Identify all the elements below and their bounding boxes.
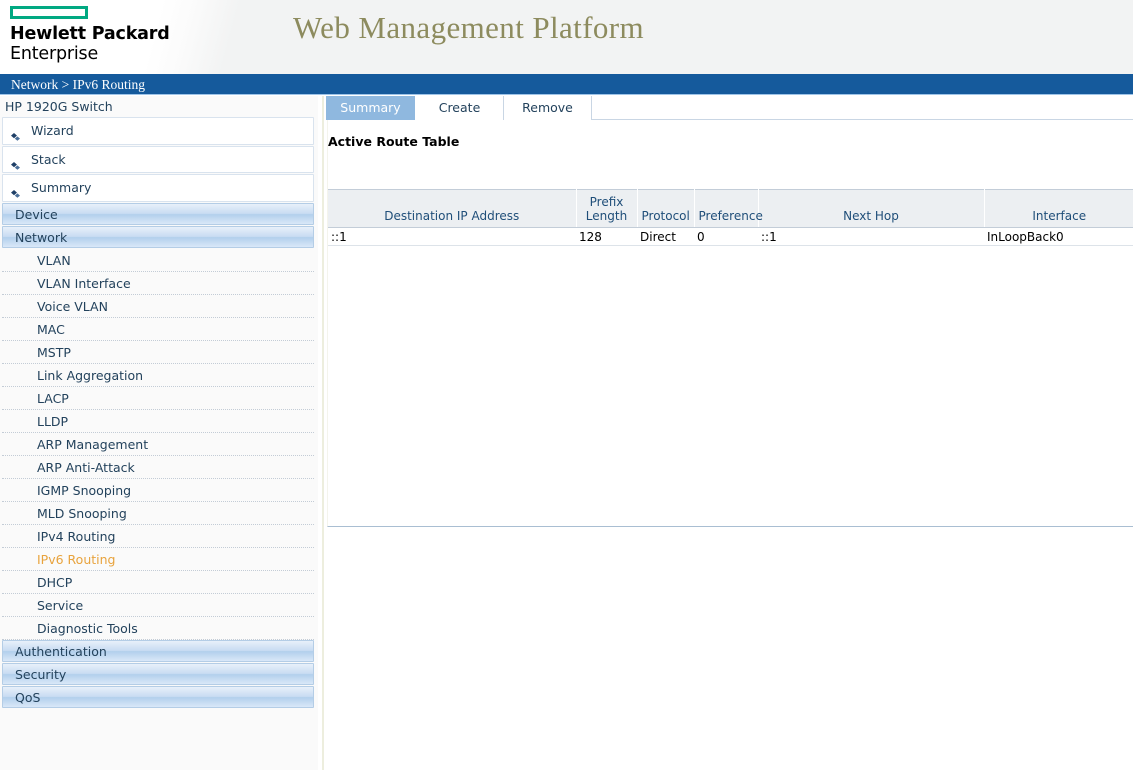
sidebar-item-arp-anti-attack[interactable]: ARP Anti-Attack <box>2 455 314 479</box>
tab-remove[interactable]: Remove <box>504 96 592 120</box>
sidebar-top-nav: Wizard Stack Summary <box>0 117 318 202</box>
sidebar-item-arp-management[interactable]: ARP Management <box>2 432 314 456</box>
tab-create[interactable]: Create <box>416 96 504 120</box>
sidebar-section-label: Authentication <box>15 643 107 659</box>
cell-interface: InLoopBack0 <box>984 227 1133 246</box>
sidebar-section-authentication[interactable]: Authentication <box>2 639 314 662</box>
column-header-prefix-length: Prefix Length <box>576 189 638 228</box>
sidebar-item-label: LACP <box>37 390 69 406</box>
sidebar-item-label: ARP Anti-Attack <box>37 459 135 475</box>
sidebar-section-network[interactable]: Network <box>2 225 314 248</box>
sidebar-item-lacp[interactable]: LACP <box>2 386 314 410</box>
sidebar-item-label: IGMP Snooping <box>37 482 132 498</box>
sidebar-item-label: Service <box>37 597 84 613</box>
sidebar-section-label: QoS <box>15 689 41 705</box>
sidebar-item-lldp[interactable]: LLDP <box>2 409 314 433</box>
sidebar-item-ipv6-routing[interactable]: IPv6 Routing <box>2 547 314 571</box>
table-header-row: Destination IP Address Prefix Length Pro… <box>328 189 1133 228</box>
diamond-bullet-icon <box>11 184 20 198</box>
device-name-label: HP 1920G Switch <box>0 96 318 117</box>
breadcrumb-bar: Network > IPv6 Routing <box>0 74 1133 95</box>
sidebar-item-dhcp[interactable]: DHCP <box>2 570 314 594</box>
sidebar: HP 1920G Switch Wizard Stack Summary Devic… <box>0 96 318 770</box>
sidebar-item-label: VLAN <box>37 252 71 268</box>
sidebar-item-label: Summary <box>31 180 92 196</box>
sidebar-item-service[interactable]: Service <box>2 593 314 617</box>
hpe-logo-line2: Enterprise <box>10 44 99 64</box>
sidebar-item-label: Link Aggregation <box>37 367 144 383</box>
table-row[interactable]: ::1 128 Direct 0::1 InLoopBack0 <box>328 227 1133 246</box>
sidebar-item-mld-snooping[interactable]: MLD Snooping <box>2 501 314 525</box>
sidebar-section-label: Security <box>15 666 67 682</box>
page-header: Hewlett Packard Enterprise Web Managemen… <box>0 0 1133 74</box>
hpe-logo: Hewlett Packard Enterprise <box>8 6 188 68</box>
sidebar-section-qos[interactable]: QoS <box>2 685 314 708</box>
cell-destination-ip-address: ::1 <box>328 227 576 246</box>
column-header-next-hop: Next Hop <box>758 189 985 228</box>
page-title: Web Management Platform <box>293 10 645 45</box>
breadcrumb: Network > IPv6 Routing <box>11 77 145 92</box>
sidebar-item-label: MSTP <box>37 344 71 360</box>
sidebar-item-label: Stack <box>31 151 66 167</box>
sidebar-item-ipv4-routing[interactable]: IPv4 Routing <box>2 524 314 548</box>
sidebar-item-voice-vlan[interactable]: Voice VLAN <box>2 294 314 318</box>
sidebar-section-label: Network <box>15 229 68 245</box>
table-body: ::1 128 Direct 0::1 InLoopBack0 <box>328 227 1133 246</box>
cell-preference: 0 <box>694 227 758 246</box>
sidebar-item-label: IPv4 Routing <box>37 528 116 544</box>
diamond-bullet-icon <box>11 127 20 141</box>
sidebar-item-label: MAC <box>37 321 65 337</box>
tab-bar: Summary Create Remove <box>326 96 1133 120</box>
sidebar-item-label: VLAN Interface <box>37 275 131 291</box>
cell-protocol: Direct <box>637 227 694 246</box>
cell-prefix-length: 128 <box>576 227 637 246</box>
sidebar-content-divider <box>322 96 324 770</box>
sidebar-item-label: Diagnostic Tools <box>37 620 138 636</box>
sidebar-item-igmp-snooping[interactable]: IGMP Snooping <box>2 478 314 502</box>
sidebar-item-wizard[interactable]: Wizard <box>2 117 314 145</box>
sidebar-item-diagnostic-tools[interactable]: Diagnostic Tools <box>2 616 314 640</box>
sidebar-section-security[interactable]: Security <box>2 662 314 685</box>
sidebar-item-mac[interactable]: MAC <box>2 317 314 341</box>
content-area: Summary Create Remove Active Route Table D… <box>326 96 1133 770</box>
sidebar-section-device[interactable]: Device <box>2 202 314 225</box>
table-header: Destination IP Address Prefix Length Pro… <box>328 189 1133 228</box>
sidebar-item-label: IPv6 Routing <box>37 551 116 567</box>
sidebar-item-link-aggregation[interactable]: Link Aggregation <box>2 363 314 387</box>
column-header-interface: Interface <box>984 189 1133 228</box>
sidebar-item-label: MLD Snooping <box>37 505 127 521</box>
diamond-bullet-icon <box>11 156 20 170</box>
panel-title: Active Route Table <box>328 134 460 149</box>
sidebar-item-label: LLDP <box>37 413 69 429</box>
hpe-logo-line1: Hewlett Packard <box>10 24 170 44</box>
sidebar-item-label: Wizard <box>31 123 74 138</box>
hpe-green-rectangle-logo-icon <box>10 6 88 19</box>
active-route-table: Destination IP Address Prefix Length Pro… <box>328 189 1133 246</box>
sidebar-item-label: Voice VLAN <box>37 298 108 314</box>
sidebar-sections: Device Network VLAN VLAN Interface Voice VLA… <box>0 202 318 708</box>
sidebar-item-label: DHCP <box>37 574 73 590</box>
cell-next-hop: ::1 <box>758 227 984 246</box>
sidebar-item-vlan[interactable]: VLAN <box>2 248 314 272</box>
sidebar-item-mstp[interactable]: MSTP <box>2 340 314 364</box>
sidebar-item-stack[interactable]: Stack <box>2 145 314 174</box>
column-header-protocol: Protocol <box>637 189 695 228</box>
sidebar-section-label: Device <box>15 206 58 222</box>
column-header-preference: Preference <box>694 189 763 228</box>
sidebar-item-label: ARP Management <box>37 436 149 452</box>
sidebar-item-vlan-interface[interactable]: VLAN Interface <box>2 271 314 295</box>
column-header-destination-ip-address: Destination IP Address <box>328 189 577 228</box>
tab-summary[interactable]: Summary <box>326 96 416 120</box>
content-panel: Active Route Table Destination IP Addres… <box>327 120 1133 527</box>
sidebar-item-summary[interactable]: Summary <box>2 174 314 202</box>
